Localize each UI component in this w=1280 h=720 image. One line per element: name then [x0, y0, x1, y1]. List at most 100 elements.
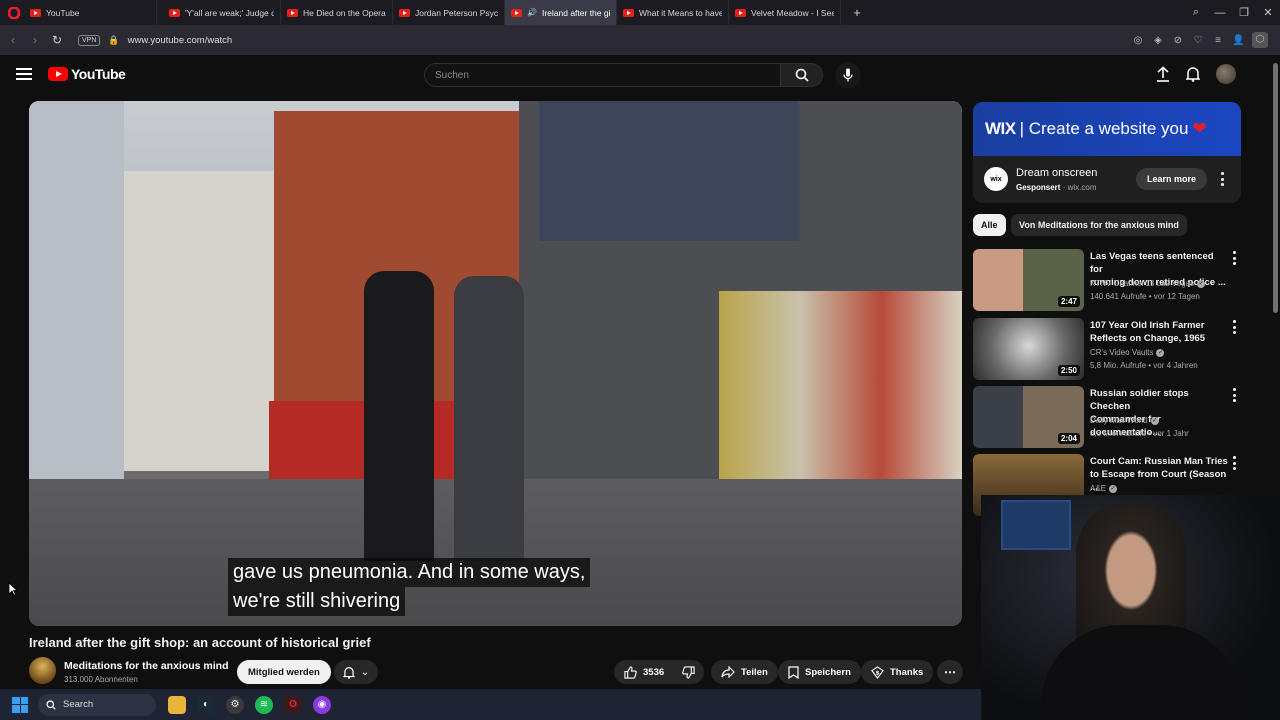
scrollbar-thumb[interactable]	[1273, 63, 1278, 313]
thanks-button[interactable]: $ Thanks	[861, 660, 934, 684]
recommendation-item[interactable]: 2:47 Las Vegas teens sentenced for runni…	[973, 249, 1263, 313]
bell-icon	[342, 666, 355, 679]
more-vert-icon[interactable]	[1232, 320, 1236, 334]
app-settings-icon[interactable]: ⚙	[226, 695, 244, 714]
subscription-bell-button[interactable]: ⌄	[334, 660, 378, 684]
opera-browser-icon[interactable]: O	[284, 695, 302, 714]
vpn-badge[interactable]: VPN	[78, 34, 101, 46]
browser-tab[interactable]: Velvet Meadow - I See Blo	[729, 0, 841, 25]
heart-icon[interactable]: ♡	[1192, 35, 1204, 46]
channel-name[interactable]: Meditations for the anxious mind	[64, 660, 229, 672]
hamburger-menu-icon[interactable]	[16, 68, 32, 80]
browser-tab[interactable]: 'Y'all are weak;' Judge do	[163, 0, 281, 25]
browser-tab[interactable]: He Died on the Operating	[281, 0, 393, 25]
join-button[interactable]: Mitglied werden	[237, 660, 331, 684]
reload-icon[interactable]: ↻	[46, 33, 68, 47]
youtube-favicon-icon	[623, 8, 634, 17]
recommendation-channel[interactable]: CR's Video Vaults ✓	[1090, 348, 1165, 357]
more-vert-icon[interactable]	[1232, 456, 1236, 470]
opera-logo-icon[interactable]	[4, 3, 24, 23]
forward-arrow-icon[interactable]: ›	[24, 33, 46, 47]
youtube-logo[interactable]: YouTube	[48, 66, 126, 82]
shield-icon[interactable]: ◈	[1152, 35, 1164, 46]
browser-tab-strip: YouTube 'Y'all are weak;' Judge do He Di…	[0, 0, 1280, 25]
window-controls: ⌕ — ❐ ✕	[1184, 0, 1280, 25]
profile-icon[interactable]: 👤	[1232, 35, 1244, 46]
browser-tab[interactable]: What it Means to have an	[617, 0, 729, 25]
chip-channel[interactable]: Von Meditations for the anxious mind	[1011, 214, 1187, 236]
lock-icon[interactable]: 🔒	[108, 35, 119, 46]
more-vert-icon[interactable]	[1232, 251, 1236, 265]
webcam-monitor	[1001, 500, 1071, 550]
bookmark-icon	[788, 665, 799, 679]
video-captions: gave us pneumonia. And in some ways, we'…	[228, 558, 591, 616]
windows-taskbar: Search ◐ ⚙ ≋ O ◉	[0, 689, 981, 720]
video-thumbnail[interactable]: 2:50	[973, 318, 1084, 380]
adblock-icon[interactable]: ⊘	[1172, 35, 1184, 46]
browser-tab-active[interactable]: 🔊Ireland after the gift s	[505, 0, 617, 25]
browser-tab[interactable]: Jordan Peterson Psychoan	[393, 0, 505, 25]
maximize-icon[interactable]: ❐	[1232, 6, 1256, 19]
header-actions	[1156, 64, 1236, 84]
steam-icon[interactable]: ◐	[197, 695, 215, 714]
menu-lines-icon[interactable]: ≡	[1212, 35, 1224, 46]
recommendation-channel[interactable]: Daily Mail World ✓	[1090, 416, 1159, 425]
video-player[interactable]: gave us pneumonia. And in some ways, we'…	[29, 101, 962, 626]
video-thumbnail[interactable]: 2:04	[973, 386, 1084, 448]
more-actions-button[interactable]: ⋯	[937, 660, 963, 684]
recommendation-channel[interactable]: A&E ✓	[1090, 484, 1118, 493]
camera-icon[interactable]: ◎	[1132, 35, 1144, 46]
recommendation-channel[interactable]: KTNV Channel 13 Las Vegas ✓	[1090, 279, 1206, 288]
recommendation-meta: 140.641 Aufrufe • vor 12 Tagen	[1090, 292, 1200, 301]
extension-icon[interactable]: ⬡	[1252, 32, 1268, 48]
save-button[interactable]: Speichern	[778, 660, 861, 684]
address-bar-tools: ◎ ◈ ⊘ ♡ ≡ 👤 ⬡	[1132, 25, 1268, 55]
video-thumbnail[interactable]: 2:47	[973, 249, 1084, 311]
windows-start-icon[interactable]	[12, 696, 28, 713]
duration-badge: 2:47	[1057, 296, 1080, 307]
taskbar-search[interactable]: Search	[38, 693, 156, 716]
minimize-icon[interactable]: —	[1208, 7, 1232, 19]
app-circle-icon[interactable]: ◉	[313, 695, 331, 714]
ad-banner[interactable]: WIX | Create a website you ❤	[973, 102, 1241, 156]
search-icon	[795, 68, 809, 82]
browser-tab[interactable]: YouTube	[24, 0, 157, 25]
page-scrollbar[interactable]	[1270, 55, 1280, 495]
address-bar: ‹ › ↻ VPN 🔒 www.youtube.com/watch ◎ ◈ ⊘ …	[0, 25, 1280, 55]
file-explorer-icon[interactable]	[168, 695, 186, 714]
youtube-favicon-icon	[287, 8, 298, 17]
sponsored-ad-card[interactable]: WIX | Create a website you ❤ wix Dream o…	[973, 102, 1241, 203]
share-button[interactable]: Teilen	[711, 660, 778, 684]
notifications-bell-icon[interactable]	[1186, 66, 1200, 82]
duration-badge: 2:04	[1057, 433, 1080, 444]
more-vert-icon[interactable]	[1220, 172, 1224, 186]
speaker-icon[interactable]: 🔊	[527, 8, 537, 17]
like-button[interactable]: 3536	[614, 660, 677, 684]
chip-all[interactable]: Alle	[973, 214, 1006, 236]
search-field-wrapper	[424, 63, 781, 87]
video-frame-building	[124, 171, 274, 471]
url-field[interactable]: www.youtube.com/watch	[128, 35, 233, 46]
channel-avatar[interactable]	[29, 657, 56, 684]
video-frame-building	[29, 101, 124, 501]
verified-check-icon: ✓	[1109, 484, 1118, 493]
dislike-button[interactable]	[672, 660, 704, 684]
account-avatar[interactable]	[1216, 64, 1236, 84]
recommendation-title[interactable]: 107 Year Old Irish Farmer Reflects on Ch…	[1090, 319, 1228, 345]
new-tab-plus-icon[interactable]: +	[847, 3, 867, 23]
subscriber-count: 313.000 Abonnenten	[64, 675, 138, 684]
close-icon[interactable]: ✕	[1256, 6, 1280, 19]
back-arrow-icon[interactable]: ‹	[2, 33, 24, 47]
caption-line: gave us pneumonia. And in some ways,	[228, 558, 591, 587]
recommendation-item[interactable]: 2:04 Russian soldier stops Chechen Comma…	[973, 386, 1263, 450]
more-vert-icon[interactable]	[1232, 388, 1236, 402]
search-tabs-icon[interactable]: ⌕	[1184, 6, 1208, 19]
spotify-icon[interactable]: ≋	[255, 695, 273, 714]
voice-search-button[interactable]	[835, 62, 861, 88]
upload-icon[interactable]	[1156, 66, 1170, 82]
learn-more-button[interactable]: Learn more	[1136, 168, 1208, 190]
search-button[interactable]	[781, 63, 823, 87]
recommendation-item[interactable]: 2:50 107 Year Old Irish Farmer Reflects …	[973, 318, 1263, 382]
search-input[interactable]	[425, 64, 780, 86]
video-frame-person	[364, 271, 434, 561]
